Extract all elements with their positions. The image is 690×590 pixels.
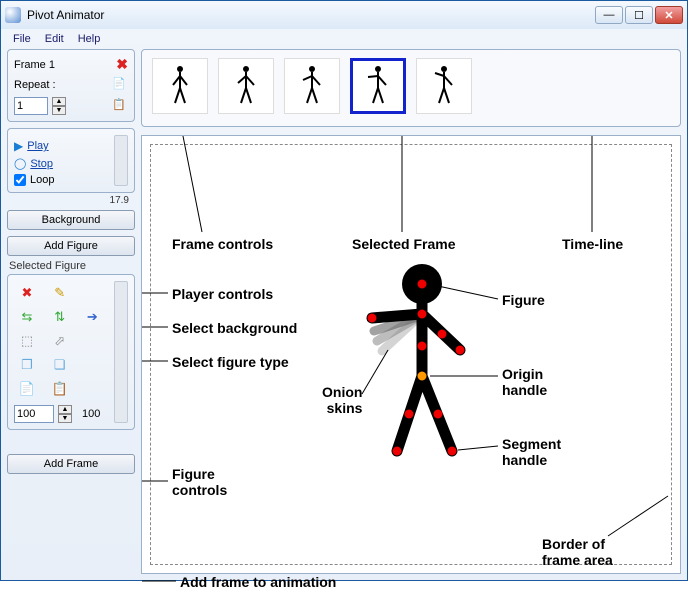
anno-selected-frame: Selected Frame bbox=[352, 236, 456, 252]
anno-border: Border of frame area bbox=[542, 536, 613, 568]
stop-button[interactable]: Stop bbox=[30, 158, 53, 170]
player-panel: ▶ Play ◯ Stop Loop bbox=[7, 128, 135, 193]
anno-figure-controls: Figure controls bbox=[172, 466, 227, 498]
add-figure-button[interactable]: Add Figure bbox=[7, 236, 135, 256]
repeat-label: Repeat : bbox=[14, 79, 56, 91]
titlebar: Pivot Animator — ☐ ✕ bbox=[1, 1, 687, 29]
anno-select-background: Select background bbox=[172, 320, 297, 336]
copy-figure-icon[interactable]: 📄 bbox=[16, 379, 38, 399]
anno-player-controls: Player controls bbox=[172, 286, 273, 302]
copy-icon[interactable]: 📄 bbox=[112, 77, 128, 93]
loop-label: Loop bbox=[30, 174, 54, 186]
stop-icon: ◯ bbox=[14, 157, 26, 170]
anno-timeline: Time-line bbox=[562, 236, 623, 252]
app-icon bbox=[5, 7, 21, 23]
loop-checkbox[interactable] bbox=[14, 174, 26, 186]
right-elbow-joint[interactable] bbox=[438, 330, 447, 339]
minimize-button[interactable]: — bbox=[595, 6, 623, 24]
timeline-frame[interactable] bbox=[284, 58, 340, 114]
timeline bbox=[141, 49, 681, 127]
right-hand-joint[interactable] bbox=[456, 346, 465, 355]
add-frame-button[interactable]: Add Frame bbox=[7, 454, 135, 474]
frame-title: Frame 1 bbox=[14, 59, 55, 71]
origin-joint[interactable] bbox=[418, 372, 427, 381]
menubar: File Edit Help bbox=[1, 29, 687, 49]
torso-joint[interactable] bbox=[418, 342, 427, 351]
menu-edit[interactable]: Edit bbox=[39, 31, 70, 47]
left-knee-joint[interactable] bbox=[405, 410, 414, 419]
figure-size-display: 100 bbox=[82, 408, 100, 420]
paste-figure-icon[interactable]: 📋 bbox=[49, 379, 71, 399]
close-button[interactable]: ✕ bbox=[655, 6, 683, 24]
left-hand-joint[interactable] bbox=[368, 314, 377, 323]
repeat-input[interactable] bbox=[14, 97, 48, 115]
anno-select-figure-type: Select figure type bbox=[172, 354, 289, 370]
figure-size-input[interactable] bbox=[14, 405, 54, 423]
left-foot-joint[interactable] bbox=[393, 447, 402, 456]
shoulder-joint[interactable] bbox=[418, 310, 427, 319]
raise-icon[interactable]: ❐ bbox=[16, 355, 38, 375]
selected-figure-label: Selected Figure bbox=[9, 260, 135, 272]
window-title: Pivot Animator bbox=[27, 8, 595, 22]
repeat-spinner[interactable]: ▲▼ bbox=[52, 97, 66, 115]
scale-icon[interactable]: ⬀ bbox=[49, 331, 71, 351]
anno-segment-handle: Segment handle bbox=[502, 436, 561, 468]
timeline-frame-selected[interactable] bbox=[350, 58, 406, 114]
canvas[interactable]: Frame controls Selected Frame Time-line … bbox=[141, 135, 681, 574]
play-icon: ▶ bbox=[14, 139, 23, 153]
right-foot-joint[interactable] bbox=[448, 447, 457, 456]
edit-icon[interactable]: ✎ bbox=[49, 283, 71, 303]
anno-onion-skins: Onion skins bbox=[322, 384, 362, 416]
menu-help[interactable]: Help bbox=[72, 31, 107, 47]
anno-figure: Figure bbox=[502, 292, 545, 308]
anno-frame-controls: Frame controls bbox=[172, 236, 273, 252]
delete-figure-icon[interactable]: ✖ bbox=[16, 283, 38, 303]
tool-blank-3 bbox=[81, 355, 103, 375]
frame-panel: Frame 1 ✖ Repeat : 📄 ▲▼ 📋 bbox=[7, 49, 135, 122]
play-button[interactable]: Play bbox=[27, 140, 48, 152]
background-button[interactable]: Background bbox=[7, 210, 135, 230]
stick-figure[interactable] bbox=[342, 256, 522, 476]
arrow-icon[interactable]: ➔ bbox=[81, 307, 103, 327]
lower-icon[interactable]: ❏ bbox=[49, 355, 71, 375]
figure-size-spinner[interactable]: ▲▼ bbox=[58, 405, 72, 423]
delete-frame-icon[interactable]: ✖ bbox=[116, 56, 128, 73]
tool-blank-2 bbox=[81, 331, 103, 351]
figure-tools-panel: ✖ ✎ ⇆ ⇅ ➔ ⬚ ⬀ ❐ ❏ 📄 📋 bbox=[7, 274, 135, 430]
timeline-frame[interactable] bbox=[218, 58, 274, 114]
maximize-button[interactable]: ☐ bbox=[625, 6, 653, 24]
fps-slider[interactable] bbox=[114, 135, 128, 186]
tools-scrollbar[interactable] bbox=[114, 281, 128, 423]
fps-value: 17.9 bbox=[7, 195, 135, 206]
head-joint[interactable] bbox=[418, 280, 427, 289]
timeline-frame[interactable] bbox=[152, 58, 208, 114]
timeline-frame[interactable] bbox=[416, 58, 472, 114]
app-window: Pivot Animator — ☐ ✕ File Edit Help Fram… bbox=[0, 0, 688, 581]
anno-origin-handle: Origin handle bbox=[502, 366, 547, 398]
flip-h-icon[interactable]: ⇆ bbox=[16, 307, 38, 327]
anno-add-frame: Add frame to animation bbox=[180, 574, 336, 590]
tool-blank-4 bbox=[81, 379, 103, 399]
right-knee-joint[interactable] bbox=[434, 410, 443, 419]
flip-v-icon[interactable]: ⇅ bbox=[49, 307, 71, 327]
menu-file[interactable]: File bbox=[7, 31, 37, 47]
sidebar: Frame 1 ✖ Repeat : 📄 ▲▼ 📋 ▶ Play ◯ Stop bbox=[7, 49, 135, 474]
tool-blank-1 bbox=[81, 283, 103, 303]
center-icon[interactable]: ⬚ bbox=[16, 331, 38, 351]
paste-icon[interactable]: 📋 bbox=[112, 98, 128, 114]
